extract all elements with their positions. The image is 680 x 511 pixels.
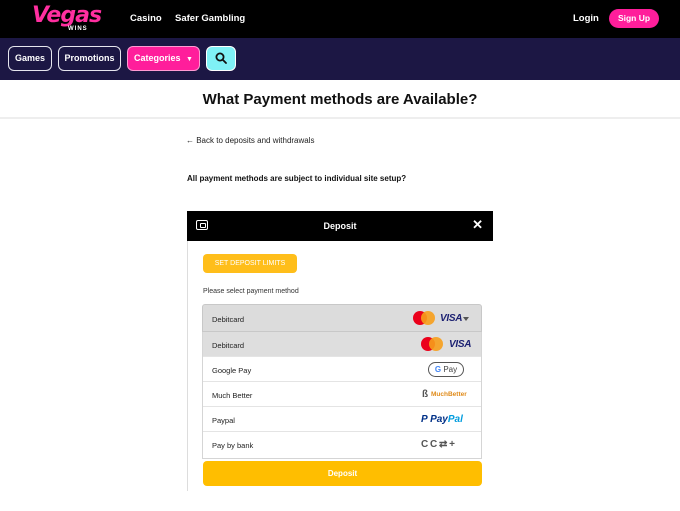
option-google-pay[interactable]: Google Pay G Pay xyxy=(203,357,481,382)
option-paypal[interactable]: Paypal P PayPal xyxy=(203,407,481,432)
heading-divider xyxy=(0,117,680,119)
paypal-text-a: Pay xyxy=(430,414,448,425)
paypal-icon: P PayPal xyxy=(421,414,463,425)
nav-casino[interactable]: Casino xyxy=(130,13,162,24)
notice-text: All payment methods are subject to indiv… xyxy=(187,174,407,183)
mastercard-icon xyxy=(413,311,436,327)
modal-title: Deposit xyxy=(323,221,357,231)
top-bar: Vegas WINS Casino Safer Gambling Login S… xyxy=(0,0,680,38)
muchbetter-text: MuchBetter xyxy=(431,391,467,398)
chevron-down-icon xyxy=(463,317,469,321)
sub-navigation: Games Promotions Categories ▼ xyxy=(0,38,680,80)
nav-safer-gambling[interactable]: Safer Gambling xyxy=(175,13,245,24)
deposit-modal-body: SET DEPOSIT LIMITS Please select payment… xyxy=(187,241,493,491)
chevron-down-icon: ▼ xyxy=(186,56,193,63)
muchbetter-icon: ß MuchBetter xyxy=(422,389,467,400)
vegas-wins-logo[interactable]: Vegas WINS xyxy=(32,4,102,34)
categories-button[interactable]: Categories ▼ xyxy=(127,46,200,71)
search-icon xyxy=(215,52,227,64)
logo-text: Vegas xyxy=(32,3,102,28)
sign-up-button[interactable]: Sign Up xyxy=(609,9,659,28)
option-debitcard[interactable]: Debitcard VISA xyxy=(203,332,481,357)
games-button[interactable]: Games xyxy=(8,46,52,71)
search-button[interactable] xyxy=(206,46,236,71)
paypal-text-b: Pal xyxy=(447,414,463,425)
option-label: Google Pay xyxy=(212,366,252,375)
close-icon[interactable]: ✕ xyxy=(472,217,483,233)
visa-icon: VISA xyxy=(449,339,472,350)
option-label: Pay by bank xyxy=(212,441,254,450)
logo-subtext: WINS xyxy=(68,26,88,32)
visa-icon: VISA xyxy=(440,313,463,324)
muchbetter-mark: ß xyxy=(422,389,429,400)
google-pay-text: Pay xyxy=(441,365,458,374)
payment-method-options: Debitcard VISA Google Pay G Pay Much Bet… xyxy=(202,332,482,459)
deposit-modal-header: Deposit ✕ xyxy=(187,211,493,241)
page-title: What Payment methods are Available? xyxy=(202,91,478,108)
option-label: Paypal xyxy=(212,416,235,425)
option-pay-by-bank[interactable]: Pay by bank C C ⇄ + xyxy=(203,432,481,457)
set-deposit-limits-button[interactable]: SET DEPOSIT LIMITS xyxy=(203,254,297,273)
deposit-button[interactable]: Deposit xyxy=(203,461,482,486)
payment-method-select[interactable]: Debitcard VISA xyxy=(202,304,482,332)
promotions-button[interactable]: Promotions xyxy=(58,46,121,71)
categories-label: Categories xyxy=(134,53,181,63)
google-pay-icon: G Pay xyxy=(428,362,464,377)
option-label: Much Better xyxy=(212,391,253,400)
option-label: Debitcard xyxy=(212,341,245,350)
mastercard-icon xyxy=(421,337,444,353)
option-much-better[interactable]: Much Better ß MuchBetter xyxy=(203,382,481,407)
paypal-p: P xyxy=(421,414,431,425)
payment-method-label: Please select payment method xyxy=(203,288,299,295)
login-link[interactable]: Login xyxy=(573,13,599,24)
selected-payment-method: Debitcard xyxy=(212,315,245,324)
back-link[interactable]: ← Back to deposits and withdrawals xyxy=(186,136,315,145)
bank-icons: C C ⇄ + xyxy=(421,439,455,450)
